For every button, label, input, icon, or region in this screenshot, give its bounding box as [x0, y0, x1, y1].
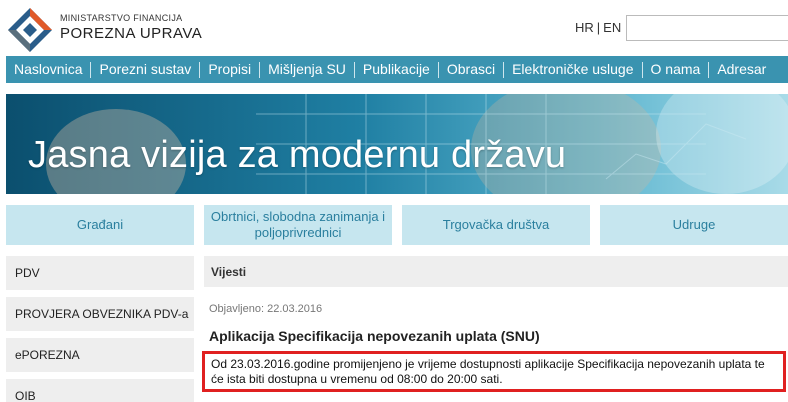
highlighted-notice: Od 23.03.2016.godine promijenjeno je vri… [202, 351, 786, 392]
sidebar-item-oib[interactable]: OIB [6, 379, 194, 402]
nav-item-o-nama[interactable]: O nama [643, 56, 709, 83]
nav-item-publikacije[interactable]: Publikacije [355, 56, 438, 83]
news-section-header: Vijesti [204, 256, 788, 287]
search-input[interactable] [626, 15, 788, 41]
tile-trgovacka-drustva[interactable]: Trgovačka društva [402, 205, 590, 245]
agency-name: POREZNA UPRAVA [60, 25, 203, 42]
nav-item-propisi[interactable]: Propisi [200, 56, 259, 83]
nav-item-obrasci[interactable]: Obrasci [439, 56, 503, 83]
article-title[interactable]: Aplikacija Specifikacija nepovezanih upl… [209, 328, 540, 344]
lang-en-link[interactable]: EN [603, 20, 621, 35]
tile-obrtnici[interactable]: Obrtnici, slobodna zanimanja i poljopriv… [204, 205, 392, 245]
nav-item-porezni-sustav[interactable]: Porezni sustav [91, 56, 199, 83]
nav-item-naslovnica[interactable]: Naslovnica [6, 56, 90, 83]
sidebar-item-pdv[interactable]: PDV [6, 256, 194, 290]
lang-separator: | [596, 20, 601, 35]
porezna-uprava-logo-icon[interactable] [6, 6, 54, 54]
sidebar-item-provjera-obveznika[interactable]: PROVJERA OBVEZNIKA PDV-a [6, 297, 194, 331]
language-switcher: HR | EN [575, 20, 621, 35]
logo-text[interactable]: MINISTARSTVO FINANCIJA POREZNA UPRAVA [60, 13, 202, 42]
tile-gradani[interactable]: Građani [6, 205, 194, 245]
nav-item-elektronicke-usluge[interactable]: Elektroničke usluge [504, 56, 641, 83]
ministry-name: MINISTARSTVO FINANCIJA [60, 13, 183, 23]
nav-item-adresar[interactable]: Adresar [709, 56, 774, 83]
header: MINISTARSTVO FINANCIJA POREZNA UPRAVA HR… [0, 0, 788, 56]
tile-udruge[interactable]: Udruge [600, 205, 788, 245]
lang-hr-link[interactable]: HR [575, 20, 594, 35]
nav-item-misljenja-su[interactable]: Mišljenja SU [260, 56, 354, 83]
sidebar-item-eporezna[interactable]: ePOREZNA [6, 338, 194, 372]
hero-banner: Jasna vizija za modernu državu [6, 94, 788, 194]
banner-title: Jasna vizija za modernu državu [28, 134, 567, 176]
main-nav: Naslovnica Porezni sustav Propisi Mišlje… [6, 56, 788, 83]
published-date: Objavljeno: 22.03.2016 [209, 303, 323, 315]
